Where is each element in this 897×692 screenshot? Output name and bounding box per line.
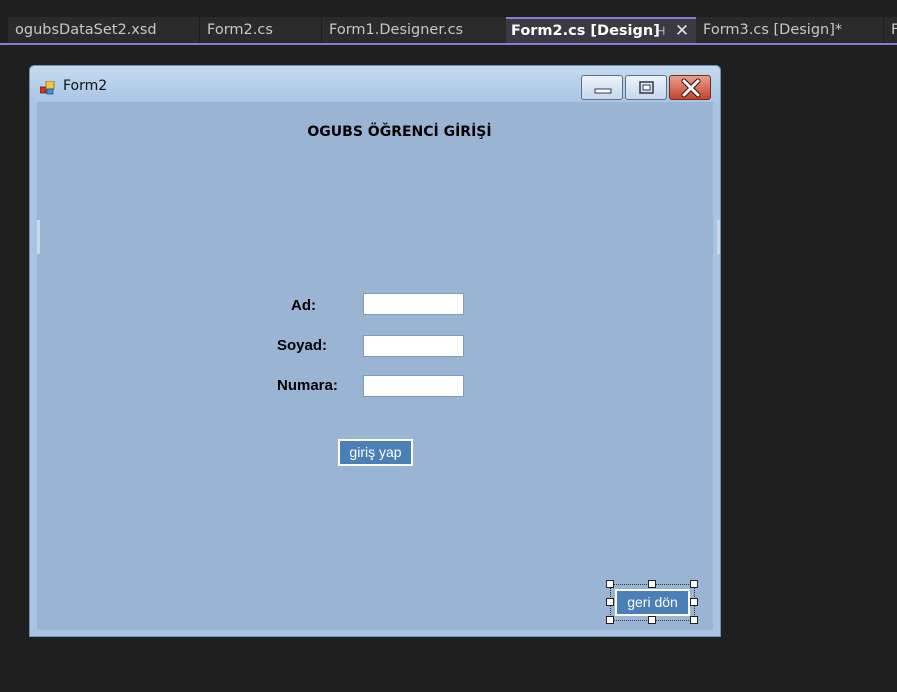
window-close-button[interactable] (669, 75, 711, 100)
resize-handle-se[interactable] (690, 616, 698, 624)
numara-textbox[interactable] (363, 375, 464, 397)
tab-strip-accent-line (0, 43, 897, 45)
tab-overflow-partial[interactable]: F (883, 17, 897, 43)
left-edge-marker (37, 220, 40, 254)
page-title: OGUBS ÖĞRENCİ GİRİŞİ (307, 124, 492, 140)
tab-form1-designer-cs[interactable]: Form1.Designer.cs (321, 17, 506, 43)
resize-handle-sw[interactable] (606, 616, 614, 624)
form2-window[interactable]: Form2 OGUBS ÖĞRENCİ GİRİŞİ Ad: Soyad: Nu… (29, 65, 721, 637)
resize-handle-nw[interactable] (606, 580, 614, 588)
document-tab-strip: ogubsDataSet2.xsd Form2.cs Form1.Designe… (0, 0, 897, 45)
minimize-button[interactable] (581, 75, 623, 100)
tab-form2-design-active[interactable]: Form2.cs [Design] ⊣ ✕ (506, 17, 696, 43)
maximize-icon (639, 81, 654, 94)
back-button[interactable]: geri dön (615, 589, 690, 616)
minimize-icon (594, 88, 612, 94)
numara-label: Numara: (277, 377, 338, 394)
resize-handle-ne[interactable] (690, 580, 698, 588)
close-icon[interactable]: ✕ (674, 19, 690, 43)
maximize-button[interactable] (625, 75, 667, 100)
window-close-icon (681, 78, 701, 98)
form-title-bar[interactable]: Form2 (30, 66, 720, 102)
soyad-label: Soyad: (277, 337, 328, 354)
app-icon (40, 81, 55, 95)
tab-ogubsdataset2-xsd[interactable]: ogubsDataSet2.xsd (8, 17, 200, 43)
tab-form2-cs[interactable]: Form2.cs (199, 17, 321, 43)
resize-handle-s[interactable] (648, 616, 656, 624)
form-title: Form2 (63, 78, 108, 94)
ad-textbox[interactable] (363, 293, 464, 315)
right-edge-marker (717, 220, 720, 254)
login-button[interactable]: giriş yap (338, 439, 413, 466)
tab-form3-design[interactable]: Form3.cs [Design]* (696, 17, 883, 43)
pin-icon[interactable]: ⊣ (653, 19, 667, 43)
visual-studio-ide: ogubsDataSet2.xsd Form2.cs Form1.Designe… (0, 0, 897, 692)
form-client-area[interactable]: OGUBS ÖĞRENCİ GİRİŞİ Ad: Soyad: Numara: … (37, 102, 720, 630)
resize-handle-w[interactable] (606, 598, 614, 606)
soyad-textbox[interactable] (363, 335, 464, 357)
resize-handle-e[interactable] (690, 598, 698, 606)
ad-label: Ad: (291, 297, 316, 314)
resize-handle-n[interactable] (648, 580, 656, 588)
tab-label: Form2.cs [Design] (511, 23, 660, 39)
